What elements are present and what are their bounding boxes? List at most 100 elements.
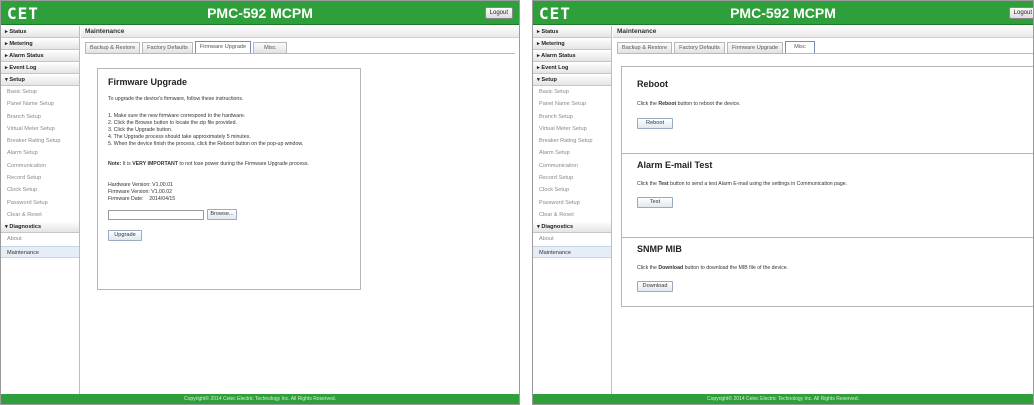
tab-firmware-upgrade[interactable]: Firmware Upgrade	[726, 42, 784, 53]
sidebar-group-diagnostics[interactable]: ▾ Diagnostics	[533, 221, 611, 234]
download-button[interactable]: Download	[637, 281, 673, 292]
firmware-upgrade-window: CET PMC-592 MCPM Logout ▸ Status ▸ Meter…	[0, 0, 520, 405]
firmware-steps-list: 1. Make sure the new firmware correspond…	[108, 113, 303, 148]
sidebar-item-virtual-meter-setup[interactable]: Virtual Meter Setup	[1, 123, 79, 135]
sidebar-item-about[interactable]: About	[533, 233, 611, 245]
hardware-version: Hardware Version: V1.00.01	[108, 182, 173, 188]
sidebar-item-panel-name-setup[interactable]: Panel Name Setup	[1, 98, 79, 110]
sidebar-item-clock-setup[interactable]: Clock Setup	[1, 184, 79, 196]
main-content: Maintenance Backup & Restore Factory Def…	[81, 26, 519, 394]
firmware-step: 3. Click the Upgrade button.	[108, 127, 173, 133]
browse-button[interactable]: Browse...	[207, 209, 237, 220]
upgrade-button[interactable]: Upgrade	[108, 230, 142, 241]
footer: Copyright© 2014 Celec Electric Technolog…	[533, 394, 1033, 404]
sidebar-item-record-setup[interactable]: Record Setup	[533, 172, 611, 184]
sidebar-group-event-log[interactable]: ▸ Event Log	[1, 62, 79, 74]
tab-factory-defaults[interactable]: Factory Defaults	[674, 42, 725, 53]
note-text: It is	[121, 161, 133, 167]
sidebar-item-communication[interactable]: Communication	[1, 160, 79, 172]
firmware-step: 2. Click the Browse button to locate the…	[108, 120, 237, 126]
firmware-step: 5. When the device finish the process, c…	[108, 141, 304, 147]
tab-bar: Backup & Restore Factory Defaults Firmwa…	[617, 41, 817, 53]
sidebar-item-maintenance[interactable]: Maintenance	[533, 245, 611, 258]
sidebar-item-basic-setup[interactable]: Basic Setup	[1, 86, 79, 98]
snmp-mib-title: SNMP MIB	[637, 244, 682, 254]
sidebar: ▸ Status ▸ Metering ▸ Alarm Status ▸ Eve…	[1, 26, 80, 394]
sidebar-group-setup[interactable]: ▾ Setup	[1, 74, 79, 86]
sidebar-item-basic-setup[interactable]: Basic Setup	[533, 86, 611, 98]
desc-bold: Download	[658, 265, 684, 271]
sidebar-item-password-setup[interactable]: Password Setup	[1, 197, 79, 209]
firmware-upgrade-box: Firmware Upgrade To upgrade the device's…	[97, 68, 361, 290]
tab-divider	[85, 53, 515, 54]
reboot-button[interactable]: Reboot	[637, 118, 673, 129]
tab-misc[interactable]: Misc	[785, 41, 815, 53]
sidebar-group-metering[interactable]: ▸ Metering	[1, 38, 79, 50]
sidebar-item-clear-reset[interactable]: Clear & Reset	[533, 209, 611, 221]
main-content: Maintenance Backup & Restore Factory Def…	[613, 26, 1033, 394]
sidebar-item-alarm-setup[interactable]: Alarm Setup	[1, 147, 79, 159]
sidebar-item-clear-reset[interactable]: Clear & Reset	[1, 209, 79, 221]
sidebar-group-alarm-status[interactable]: ▸ Alarm Status	[533, 50, 611, 62]
sidebar-item-communication[interactable]: Communication	[533, 160, 611, 172]
desc-text: button to send a test Alarm E-mail using…	[668, 181, 848, 187]
desc-text: Click the	[637, 181, 659, 187]
reboot-description: Click the Reboot button to reboot the de…	[637, 101, 741, 108]
tab-backup-restore[interactable]: Backup & Restore	[85, 42, 141, 53]
firmware-step: 1. Make sure the new firmware correspond…	[108, 113, 246, 119]
sidebar-group-metering[interactable]: ▸ Metering	[533, 38, 611, 50]
footer: Copyright© 2014 Celec Electric Technolog…	[1, 394, 519, 404]
sidebar-group-diagnostics[interactable]: ▾ Diagnostics	[1, 221, 79, 234]
misc-window: CET PMC-592 MCPM Logout ▸ Status ▸ Meter…	[532, 0, 1034, 405]
sidebar-item-password-setup[interactable]: Password Setup	[533, 197, 611, 209]
app-title: PMC-592 MCPM	[730, 5, 836, 21]
tab-misc[interactable]: Misc	[253, 42, 287, 53]
desc-text: Click the	[637, 101, 659, 107]
reboot-box: Reboot Click the Reboot button to reboot…	[621, 66, 1033, 154]
desc-text: Click the	[637, 265, 659, 271]
firmware-step: 4. The Upgrade process should take appro…	[108, 134, 251, 140]
reboot-title: Reboot	[637, 79, 668, 89]
note-label: Note:	[108, 161, 122, 167]
sidebar-item-branch-setup[interactable]: Branch Setup	[1, 111, 79, 123]
firmware-date: Firmware Date: 2014/04/15	[108, 196, 176, 202]
sidebar-item-clock-setup[interactable]: Clock Setup	[533, 184, 611, 196]
sidebar-group-alarm-status[interactable]: ▸ Alarm Status	[1, 50, 79, 62]
desc-text: button to reboot the device.	[676, 101, 741, 107]
tab-factory-defaults[interactable]: Factory Defaults	[142, 42, 193, 53]
page-title: Maintenance	[81, 26, 519, 38]
page-title: Maintenance	[613, 26, 1033, 38]
test-button[interactable]: Test	[637, 197, 673, 208]
logout-button[interactable]: Logout	[484, 7, 513, 19]
header-bar: CET PMC-592 MCPM Logout	[533, 1, 1033, 25]
note-text: to not lose power during the Firmware Up…	[177, 161, 309, 167]
sidebar-item-panel-name-setup[interactable]: Panel Name Setup	[533, 98, 611, 110]
sidebar-item-maintenance[interactable]: Maintenance	[1, 245, 79, 258]
sidebar-item-breaker-rating-setup[interactable]: Breaker Rating Setup	[1, 135, 79, 147]
desc-bold: Reboot	[658, 101, 677, 107]
sidebar-item-record-setup[interactable]: Record Setup	[1, 172, 79, 184]
firmware-version: Firmware Version: V1.00.02	[108, 189, 173, 195]
logout-button[interactable]: Logout	[1008, 7, 1033, 19]
sidebar-group-setup[interactable]: ▾ Setup	[533, 74, 611, 86]
desc-text: button to download the MIB file of the d…	[683, 265, 789, 271]
sidebar-group-event-log[interactable]: ▸ Event Log	[533, 62, 611, 74]
alarm-email-test-description: Click the Test button to send a test Ala…	[637, 181, 847, 188]
snmp-mib-description: Click the Download button to download th…	[637, 265, 788, 272]
sidebar-item-branch-setup[interactable]: Branch Setup	[533, 111, 611, 123]
tab-backup-restore[interactable]: Backup & Restore	[617, 42, 673, 53]
firmware-upgrade-title: Firmware Upgrade	[108, 77, 188, 87]
sidebar-item-about[interactable]: About	[1, 233, 79, 245]
header-bar: CET PMC-592 MCPM Logout	[1, 1, 519, 25]
tab-divider	[617, 53, 1033, 54]
firmware-file-input[interactable]	[108, 210, 204, 220]
tab-firmware-upgrade[interactable]: Firmware Upgrade	[194, 41, 252, 53]
sidebar-item-virtual-meter-setup[interactable]: Virtual Meter Setup	[533, 123, 611, 135]
desc-bold: Test	[658, 181, 669, 187]
alarm-email-test-title: Alarm E-mail Test	[637, 160, 713, 170]
sidebar-item-alarm-setup[interactable]: Alarm Setup	[533, 147, 611, 159]
sidebar-group-status[interactable]: ▸ Status	[1, 26, 79, 38]
sidebar-item-breaker-rating-setup[interactable]: Breaker Rating Setup	[533, 135, 611, 147]
alarm-email-test-box: Alarm E-mail Test Click the Test button …	[621, 153, 1033, 238]
sidebar-group-status[interactable]: ▸ Status	[533, 26, 611, 38]
